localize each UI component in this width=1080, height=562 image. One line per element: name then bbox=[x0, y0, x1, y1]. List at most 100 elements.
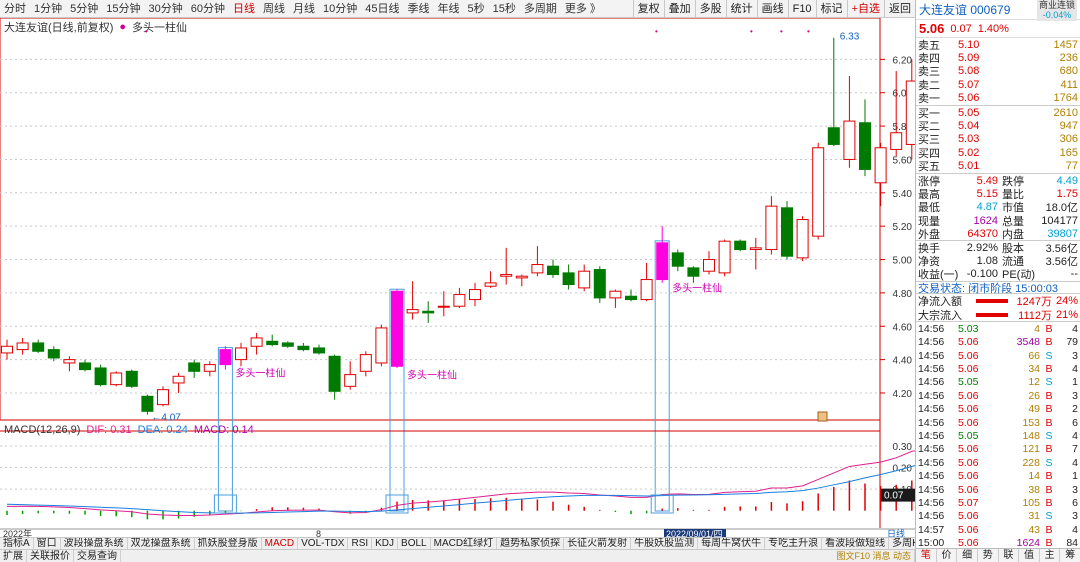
quote-footer-tab[interactable]: 联 bbox=[999, 549, 1020, 562]
period-tab[interactable]: 日线 bbox=[229, 0, 259, 18]
candle[interactable] bbox=[406, 281, 419, 320]
tool-button[interactable]: F10 bbox=[787, 0, 816, 18]
indicator-tab[interactable]: 看波段做短线 bbox=[822, 538, 890, 549]
candle[interactable] bbox=[905, 59, 915, 160]
extension-tab[interactable]: 交易查询 bbox=[74, 549, 121, 562]
tool-button[interactable]: 多股 bbox=[694, 0, 726, 18]
candle[interactable] bbox=[687, 266, 700, 283]
period-tab[interactable]: 60分钟 bbox=[187, 0, 229, 18]
quote-footer-tab[interactable]: 细 bbox=[957, 549, 978, 562]
tool-button[interactable]: 标记 bbox=[815, 0, 847, 18]
candle[interactable] bbox=[625, 289, 637, 302]
period-tab[interactable]: 更多 》 bbox=[561, 0, 605, 18]
quote-footer-tab[interactable]: 价 bbox=[937, 549, 958, 562]
candle[interactable] bbox=[422, 301, 435, 323]
candle[interactable] bbox=[827, 37, 840, 147]
indicator-tab[interactable]: 双龙操盘系统 bbox=[128, 538, 195, 549]
tool-button[interactable]: 画线 bbox=[756, 0, 788, 18]
candle[interactable] bbox=[796, 216, 809, 262]
candle[interactable] bbox=[484, 271, 497, 288]
indicator-tab[interactable]: 牛股妖股监测 bbox=[631, 538, 699, 549]
candle[interactable] bbox=[765, 196, 778, 255]
indicator-tab[interactable]: MACD bbox=[262, 538, 299, 549]
candle[interactable] bbox=[562, 264, 575, 290]
candle[interactable] bbox=[125, 369, 138, 388]
tool-button[interactable]: +自选 bbox=[846, 0, 884, 18]
period-tab[interactable]: 30分钟 bbox=[145, 0, 187, 18]
candle[interactable] bbox=[313, 344, 325, 355]
candle[interactable] bbox=[157, 386, 169, 407]
period-tab[interactable]: 周线 bbox=[259, 0, 289, 18]
period-tab[interactable]: 10分钟 bbox=[319, 0, 361, 18]
candle[interactable] bbox=[734, 239, 747, 252]
candle[interactable] bbox=[671, 249, 684, 272]
indicator-tab[interactable]: 波段操盘系统 bbox=[61, 538, 128, 549]
candle[interactable] bbox=[359, 351, 372, 377]
candle[interactable] bbox=[235, 342, 247, 367]
period-tab[interactable]: 年线 bbox=[434, 0, 464, 18]
quote-footer-tab[interactable]: 筹 bbox=[1060, 549, 1080, 562]
f10-news-tabs[interactable]: 图文F10 消息 动态 bbox=[833, 549, 915, 562]
period-tab[interactable]: 季线 bbox=[404, 0, 434, 18]
candle[interactable] bbox=[781, 201, 793, 260]
candle[interactable] bbox=[63, 356, 76, 372]
period-tab[interactable]: 月线 bbox=[289, 0, 319, 18]
tool-button[interactable]: 统计 bbox=[725, 0, 757, 18]
candle[interactable] bbox=[890, 71, 903, 157]
candle[interactable] bbox=[640, 262, 653, 302]
tool-button[interactable]: 返回 bbox=[884, 0, 915, 18]
candle[interactable] bbox=[578, 264, 591, 292]
quote-footer-tab[interactable]: 主 bbox=[1040, 549, 1061, 562]
quote-footer-tab[interactable]: 笔 bbox=[916, 549, 937, 562]
candle[interactable] bbox=[32, 339, 45, 353]
candle[interactable] bbox=[718, 239, 731, 277]
kline-chart[interactable]: 6.206.005.805.605.405.205.004.804.604.40… bbox=[0, 18, 915, 537]
candle[interactable] bbox=[547, 259, 559, 278]
indicator-tab[interactable]: 趋势私家侦探 bbox=[497, 538, 565, 549]
candle[interactable] bbox=[203, 361, 216, 377]
candle[interactable] bbox=[344, 361, 357, 390]
indicator-tab[interactable]: 抓妖股登身版 bbox=[195, 538, 262, 549]
candle[interactable] bbox=[656, 226, 669, 283]
period-tab[interactable]: 分时 bbox=[0, 0, 30, 18]
candle[interactable] bbox=[281, 341, 294, 348]
candle[interactable] bbox=[47, 346, 60, 362]
candle[interactable] bbox=[79, 359, 91, 372]
candle[interactable] bbox=[859, 99, 871, 177]
candle[interactable] bbox=[16, 337, 29, 355]
candle[interactable] bbox=[703, 251, 715, 275]
candle[interactable] bbox=[250, 332, 263, 355]
indicator-tab[interactable]: 指标A bbox=[0, 538, 34, 549]
period-tab[interactable]: 5秒 bbox=[464, 0, 489, 18]
period-tab[interactable]: 15分钟 bbox=[102, 0, 144, 18]
tick-list[interactable]: 14:56 5.03 4 B 4 14:56 5.06 3548 B 79 14:56 5.06 66 S… bbox=[916, 322, 1080, 550]
indicator-tab[interactable]: RSI bbox=[348, 538, 373, 549]
lock-icon[interactable] bbox=[817, 411, 828, 422]
tool-button[interactable]: 叠加 bbox=[663, 0, 695, 18]
candle[interactable] bbox=[94, 364, 107, 387]
candle[interactable] bbox=[266, 334, 279, 347]
period-tab[interactable]: 45日线 bbox=[361, 0, 403, 18]
candle[interactable] bbox=[609, 289, 622, 308]
indicator-tab[interactable]: 多周KDRM bbox=[889, 538, 915, 549]
indicator-tab[interactable]: 窗口 bbox=[34, 538, 61, 549]
candle[interactable] bbox=[297, 342, 310, 352]
candle[interactable] bbox=[749, 237, 762, 270]
candle[interactable] bbox=[1, 339, 13, 360]
extension-tab[interactable]: 关联报价 bbox=[27, 549, 74, 562]
candle[interactable] bbox=[219, 346, 232, 370]
period-tab[interactable]: 5分钟 bbox=[66, 0, 102, 18]
indicator-tab[interactable]: VOL-TDX bbox=[298, 538, 349, 549]
sector-badge[interactable]: 商业连锁 -0.04% bbox=[1036, 0, 1077, 21]
candle[interactable] bbox=[141, 394, 154, 415]
indicator-tab[interactable]: 长征火箭发射 bbox=[564, 538, 632, 549]
indicator-tab[interactable]: KDJ bbox=[372, 538, 399, 549]
candle[interactable] bbox=[453, 287, 466, 308]
candle[interactable] bbox=[110, 371, 123, 387]
candle[interactable] bbox=[593, 266, 606, 303]
indicator-tab[interactable]: BOLL bbox=[398, 538, 431, 549]
candle[interactable] bbox=[874, 142, 887, 207]
candle[interactable] bbox=[812, 142, 825, 240]
candle[interactable] bbox=[188, 359, 201, 378]
candle[interactable] bbox=[469, 282, 481, 307]
